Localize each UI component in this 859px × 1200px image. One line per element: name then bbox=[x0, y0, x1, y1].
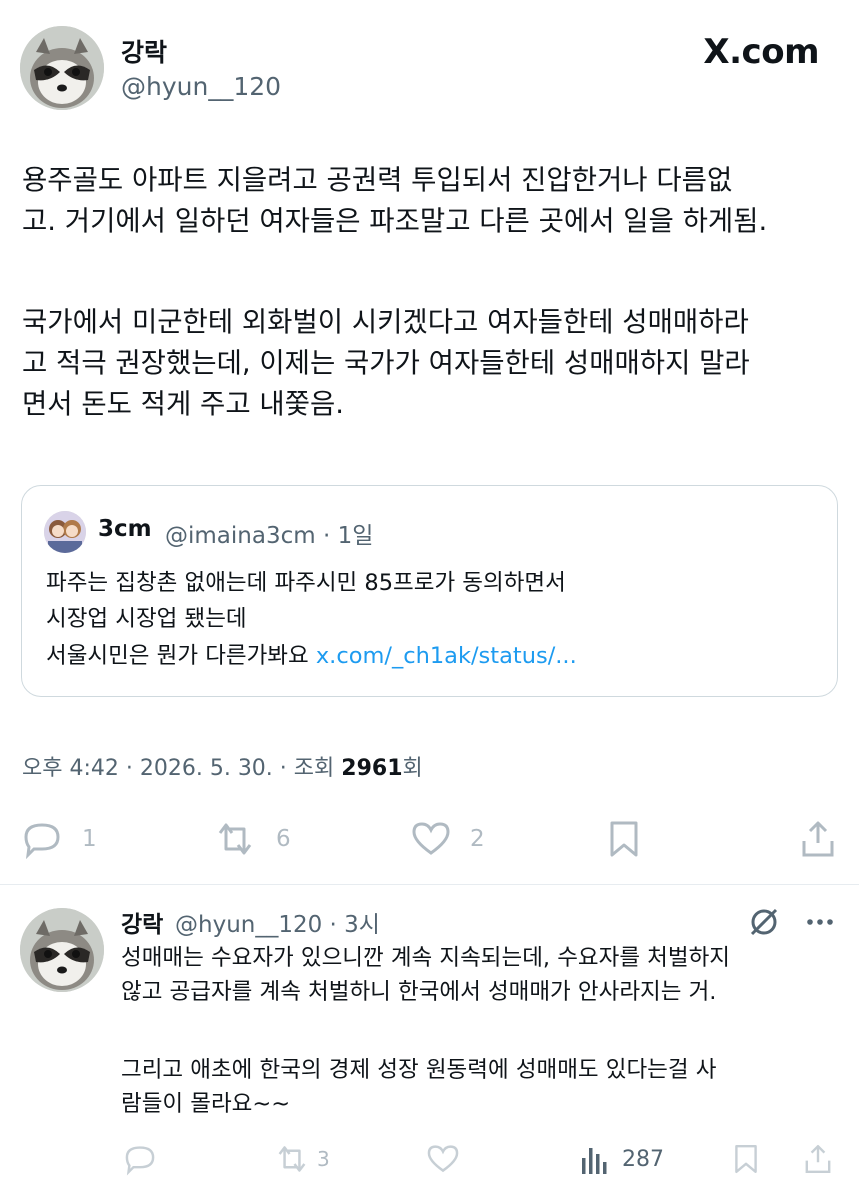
raccoon-avatar-icon bbox=[20, 26, 104, 110]
share-button[interactable] bbox=[798, 819, 838, 859]
reply-icon bbox=[125, 1146, 155, 1176]
tweet-meta: 오후 4:42 · 2026. 5. 30. · 조회 2961회 bbox=[22, 750, 423, 782]
like-button[interactable]: 2 bbox=[408, 819, 485, 859]
quoted-line: 시장업 시장업 됐는데 bbox=[46, 606, 247, 632]
reply-line: 않고 공급자를 계속 처벌하니 한국에서 성매매가 안사라지는 거. bbox=[121, 979, 717, 1005]
thread-divider bbox=[0, 884, 859, 885]
views-chart-icon bbox=[582, 1148, 607, 1174]
repost-icon bbox=[218, 823, 252, 855]
reply-handle-time[interactable]: @hyun__120 · 3시 bbox=[175, 905, 380, 939]
quoted-line-last: 서울시민은 뭔가 다른가봐요 x.com/_ch1ak/status/... bbox=[46, 638, 577, 670]
like-count: 2 bbox=[470, 826, 485, 852]
reply-repost-count: 3 bbox=[317, 1147, 330, 1171]
bookmark-icon bbox=[610, 821, 638, 857]
tweet-line: 면서 돈도 적게 주고 내쫓음. bbox=[22, 388, 345, 420]
tweet-line: 용주골도 아파트 지을려고 공권력 투입되서 진압한거나 다름없 bbox=[22, 164, 733, 196]
reply-share-button[interactable] bbox=[802, 1142, 834, 1176]
share-icon bbox=[805, 1145, 831, 1173]
author-name[interactable]: 강락 bbox=[121, 33, 167, 69]
reply-repost-button[interactable]: 3 bbox=[273, 1142, 330, 1176]
quoted-link[interactable]: x.com/_ch1ak/status/... bbox=[316, 643, 577, 669]
anime-avatar-icon bbox=[44, 511, 86, 553]
bookmark-icon bbox=[735, 1145, 757, 1173]
repost-icon bbox=[278, 1146, 306, 1172]
quoted-tweet-card[interactable]: 3cm @imaina3cm · 1일 파주는 집창촌 없애는데 파주시민 85… bbox=[21, 485, 838, 697]
reply-view-count: 287 bbox=[622, 1146, 664, 1172]
more-options-button[interactable] bbox=[802, 904, 838, 944]
reply-icon bbox=[24, 823, 60, 859]
grok-button[interactable] bbox=[746, 904, 782, 944]
view-count: 2961 bbox=[341, 756, 403, 781]
site-logo: X.com bbox=[703, 32, 819, 72]
tweet-timestamp[interactable]: 오후 4:42 · 2026. 5. 30. · 조회 bbox=[22, 756, 341, 781]
reply-paragraph-1: 성매매는 수요자가 있으니깐 계속 지속되는데, 수요자를 처벌하지 않고 공급… bbox=[121, 941, 841, 1009]
share-icon bbox=[802, 821, 834, 857]
reply-line: 그리고 애초에 한국의 경제 성장 원동력에 성매매도 있다는걸 사 bbox=[121, 1057, 717, 1083]
reply-bookmark-button[interactable] bbox=[730, 1142, 762, 1176]
quoted-text: 서울시민은 뭔가 다른가봐요 bbox=[46, 643, 316, 669]
bookmark-button[interactable] bbox=[604, 819, 644, 859]
heart-icon bbox=[427, 1145, 459, 1173]
reply-paragraph-2: 그리고 애초에 한국의 경제 성장 원동력에 성매매도 있다는걸 사 람들이 몰… bbox=[121, 1053, 841, 1121]
repost-count: 6 bbox=[276, 826, 291, 852]
view-suffix: 회 bbox=[402, 756, 423, 781]
tweet-line: 고. 거기에서 일하던 여자들은 파조말고 다른 곳에서 일을 하게됨. bbox=[22, 205, 768, 237]
reply-button[interactable]: 1 bbox=[20, 819, 97, 859]
reply-like-button[interactable] bbox=[424, 1142, 462, 1176]
reply-views-button[interactable]: 287 bbox=[578, 1142, 664, 1176]
reply-reply-button[interactable] bbox=[122, 1142, 158, 1176]
reply-line: 성매매는 수요자가 있으니깐 계속 지속되는데, 수요자를 처벌하지 bbox=[121, 945, 730, 971]
tweet-paragraph-1: 용주골도 아파트 지을려고 공권력 투입되서 진압한거나 다름없 고. 거기에서… bbox=[22, 160, 842, 242]
author-avatar[interactable] bbox=[20, 26, 104, 110]
quoted-author-name: 3cm bbox=[98, 516, 152, 542]
reply-count: 1 bbox=[82, 826, 97, 852]
quoted-author-avatar bbox=[44, 511, 86, 553]
reply-author-name[interactable]: 강락 bbox=[121, 905, 163, 939]
tweet-line: 고 적극 권장했는데, 이제는 국가가 여자들한테 성매매하지 말라 bbox=[22, 347, 750, 379]
repost-button[interactable]: 6 bbox=[212, 819, 291, 859]
grok-icon bbox=[750, 908, 778, 936]
author-handle[interactable]: @hyun__120 bbox=[121, 72, 281, 101]
quoted-line: 파주는 집창촌 없애는데 파주시민 85프로가 동의하면서 bbox=[46, 570, 566, 596]
tweet-paragraph-2: 국가에서 미군한테 외화벌이 시키겠다고 여자들한테 성매매하라 고 적극 권장… bbox=[22, 302, 842, 425]
reply-line: 람들이 몰라요~~ bbox=[121, 1091, 291, 1117]
tweet-line: 국가에서 미군한테 외화벌이 시키겠다고 여자들한테 성매매하라 bbox=[22, 306, 749, 338]
raccoon-avatar-icon bbox=[20, 908, 104, 992]
heart-icon bbox=[412, 822, 450, 855]
reply-author-avatar[interactable] bbox=[20, 908, 104, 992]
quoted-handle-time: @imaina3cm · 1일 bbox=[165, 523, 374, 549]
more-icon bbox=[807, 919, 833, 925]
